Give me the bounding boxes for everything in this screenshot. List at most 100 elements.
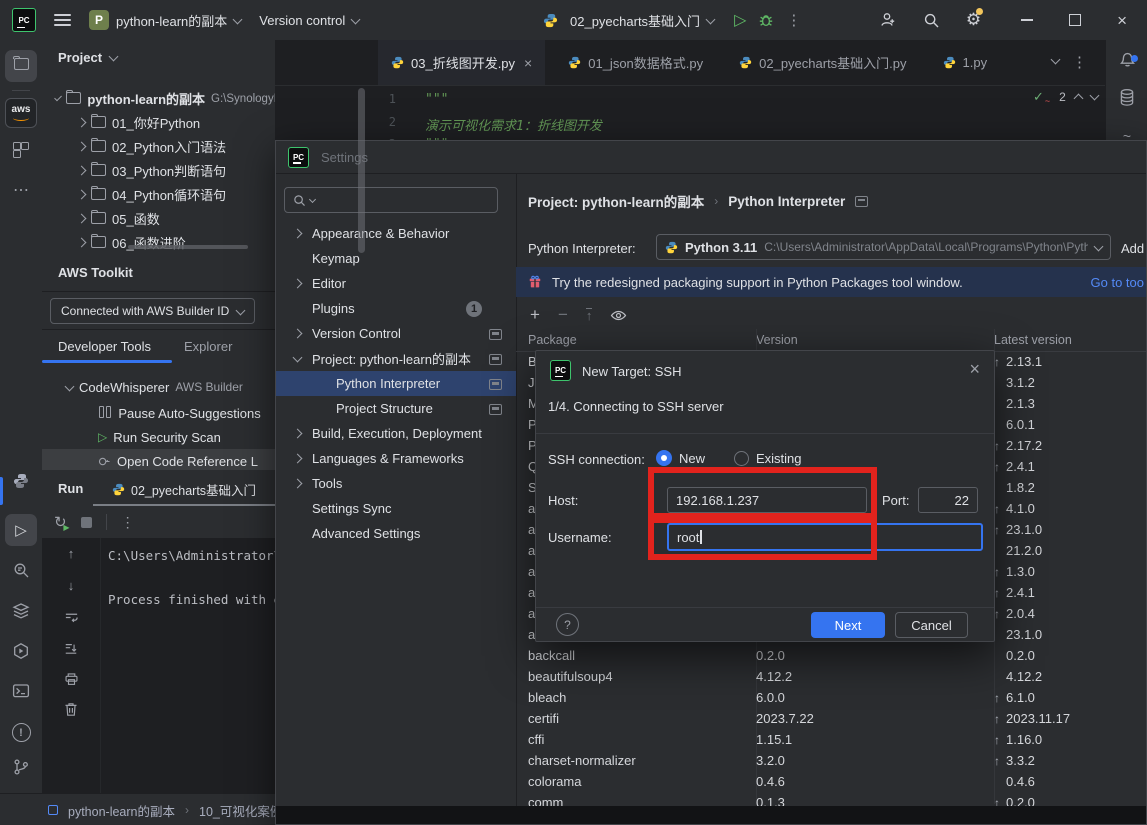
more-tools-icon[interactable]: ⋯ [0, 180, 42, 200]
run-tool-icon[interactable]: ▷ [0, 521, 42, 539]
settings-tree-item[interactable]: Version Control [276, 321, 516, 346]
up-stack-icon[interactable]: ↑ [42, 546, 100, 561]
tabs-dropdown-icon[interactable] [1052, 58, 1059, 63]
down-stack-icon[interactable]: ↓ [42, 578, 100, 593]
package-row[interactable]: backcall0.2.0↑0.2.0 [516, 645, 1146, 666]
clear-trash-icon[interactable] [42, 702, 100, 717]
notifications-bell-icon[interactable] [1106, 49, 1147, 68]
radio-new[interactable]: New [656, 450, 705, 466]
more-options-icon[interactable]: ⋮ [121, 514, 135, 531]
rerun-icon[interactable]: ↻▶ [54, 513, 67, 531]
run-button[interactable]: ▷ [734, 10, 746, 30]
package-row[interactable]: beautifulsoup44.12.2↑4.12.2 [516, 666, 1146, 687]
chevron-up-icon[interactable] [1073, 93, 1083, 103]
interpreter-status-icon[interactable] [48, 805, 58, 815]
codewhisperer-row[interactable]: CodeWhisperer AWS Builder [42, 375, 275, 399]
settings-tree-item[interactable]: Build, Execution, Deployment [276, 421, 516, 446]
search-icon[interactable] [923, 12, 940, 29]
project-selector[interactable]: P python-learn的副本 [89, 10, 241, 30]
add-interpreter-link[interactable]: Add [1121, 241, 1144, 256]
close-button[interactable]: × [1117, 12, 1127, 29]
debug-button[interactable] [758, 12, 774, 28]
settings-tree-item[interactable]: Keymap [276, 246, 516, 271]
vcs-widget[interactable]: Version control [259, 13, 359, 28]
aws-connection-dropdown[interactable]: Connected with AWS Builder ID [50, 298, 255, 324]
project-folder-row[interactable]: 01_你好Python [42, 110, 275, 134]
project-tool-icon[interactable] [0, 58, 42, 70]
structure-tool-icon[interactable] [0, 142, 42, 158]
package-row[interactable]: bleach6.0.0↑6.1.0 [516, 687, 1146, 708]
run-configuration-selector[interactable]: 02_pyecharts基础入门 [570, 11, 714, 30]
radio-existing[interactable]: Existing [734, 451, 802, 466]
settings-tree-item[interactable]: Tools [276, 471, 516, 496]
open-code-reference-row[interactable]: Open Code Reference L [42, 449, 275, 471]
project-folder-row[interactable]: 06_函数进阶 [42, 230, 275, 254]
settings-tree-item[interactable]: Plugins1 [276, 296, 516, 321]
package-row[interactable]: colorama0.4.6↑0.4.6 [516, 771, 1146, 792]
tabs-more-icon[interactable]: ⋮ [1072, 53, 1087, 71]
python-packages-tool-icon[interactable] [0, 473, 42, 489]
vertical-scrollbar[interactable] [358, 88, 365, 253]
settings-tree-item[interactable]: Languages & Frameworks [276, 446, 516, 471]
interpreter-dropdown[interactable]: Python 3.11 C:\Users\Administrator\AppDa… [656, 234, 1111, 260]
show-early-releases-eye-icon[interactable] [610, 308, 627, 323]
terminal-tool-icon[interactable] [0, 682, 42, 700]
minimize-button[interactable] [1021, 19, 1033, 21]
next-button[interactable]: Next [811, 612, 885, 638]
project-root-row[interactable]: python-learn的副本 G:\SynologyDrive\练习 [42, 86, 275, 110]
aws-toolkit-icon[interactable]: aws [0, 98, 42, 128]
close-tab-icon[interactable]: × [524, 55, 532, 71]
settings-tree-item[interactable]: Settings Sync [276, 496, 516, 521]
banner-link[interactable]: Go to too [1091, 275, 1144, 290]
find-tool-icon[interactable] [0, 562, 42, 579]
project-folder-row[interactable]: 02_Python入门语法 [42, 134, 275, 158]
chevron-down-icon[interactable] [1089, 91, 1099, 101]
profiler-tool-icon[interactable] [0, 642, 42, 660]
add-user-icon[interactable] [879, 11, 897, 29]
main-menu-icon[interactable] [54, 11, 71, 28]
maximize-button[interactable] [1069, 14, 1081, 26]
settings-search-input[interactable] [284, 187, 498, 213]
settings-tree-item[interactable]: Advanced Settings [276, 521, 516, 546]
services-layers-icon[interactable] [0, 602, 42, 620]
status-breadcrumb-project[interactable]: python-learn的副本 [68, 801, 175, 820]
project-folder-row[interactable]: 05_函数 [42, 206, 275, 230]
editor-tab[interactable]: 02_pyecharts基础入门.py [726, 40, 919, 85]
code-line[interactable]: """ [425, 92, 448, 107]
project-folder-row[interactable]: 04_Python循环语句 [42, 182, 275, 206]
settings-tree-item-python-interpreter[interactable]: Python Interpreter [276, 371, 516, 396]
settings-tree-item[interactable]: Appearance & Behavior [276, 221, 516, 246]
scroll-to-end-icon[interactable] [42, 642, 100, 656]
help-button[interactable]: ? [556, 613, 579, 636]
database-tool-icon[interactable] [1106, 88, 1147, 107]
project-folder-row[interactable]: 03_Python判断语句 [42, 158, 275, 182]
upgrade-package-icon[interactable]: ↑ [586, 308, 593, 322]
tab-explorer[interactable]: Explorer [184, 339, 232, 354]
problems-tool-icon[interactable]: ! [0, 723, 42, 742]
stop-icon[interactable] [81, 517, 92, 528]
cancel-button[interactable]: Cancel [895, 612, 968, 638]
run-tab[interactable]: 02_pyecharts基础入门 [112, 476, 275, 502]
package-row[interactable]: cffi1.15.1↑1.16.0 [516, 729, 1146, 750]
settings-gear-icon[interactable]: ⚙ [966, 10, 981, 30]
editor-tab[interactable]: 1.py [930, 40, 1001, 85]
project-panel-title[interactable]: Project [58, 50, 102, 65]
package-row[interactable]: charset-normalizer3.2.0↑3.3.2 [516, 750, 1146, 771]
editor-tab[interactable]: 01_json数据格式.py [555, 40, 716, 85]
tab-developer-tools[interactable]: Developer Tools [58, 339, 151, 354]
package-row[interactable]: certifi2023.7.22↑2023.11.17 [516, 708, 1146, 729]
git-tool-icon[interactable] [0, 758, 42, 776]
close-dialog-icon[interactable]: × [969, 359, 980, 380]
settings-tree-item[interactable]: Project: python-learn的副本 [276, 346, 516, 371]
print-icon[interactable] [42, 672, 100, 687]
add-package-icon[interactable]: + [530, 305, 540, 325]
status-breadcrumb-folder[interactable]: 10_可视化案例 [199, 801, 282, 820]
port-input[interactable]: 22 [918, 487, 978, 513]
pause-suggestions-row[interactable]: Pause Auto-Suggestions [42, 401, 275, 425]
code-line[interactable]: 演示可视化需求1：折线图开发 [425, 115, 602, 134]
soft-wrap-icon[interactable] [42, 610, 100, 625]
settings-tree-item[interactable]: Editor [276, 271, 516, 296]
horizontal-scrollbar[interactable] [128, 245, 248, 249]
run-security-scan-row[interactable]: ▷ Run Security Scan [42, 425, 275, 449]
remove-package-icon[interactable]: − [558, 305, 568, 325]
